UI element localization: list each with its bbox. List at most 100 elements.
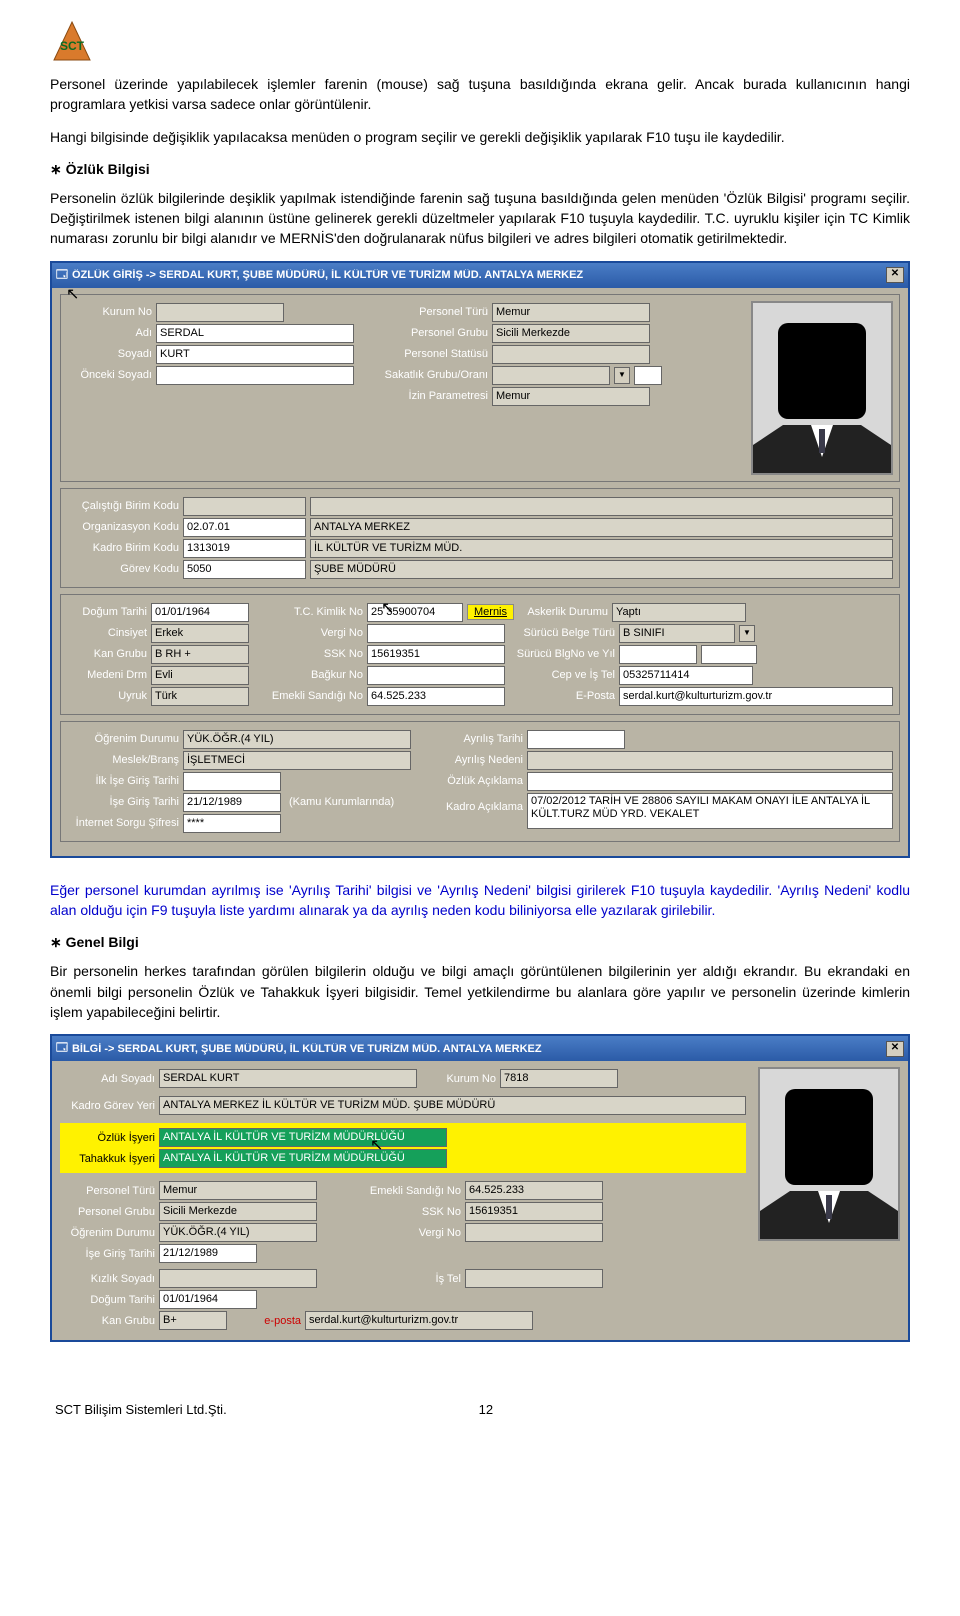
kadro-aciklama-input[interactable]: 07/02/2012 TARİH VE 28806 SAYILI MAKAM O… xyxy=(527,793,893,829)
surucu-blgno-input[interactable] xyxy=(619,645,697,664)
footer-company: SCT Bilişim Sistemleri Ltd.Şti. xyxy=(55,1402,227,1417)
cinsiyet-input[interactable]: Erkek xyxy=(151,624,249,643)
label: Emekli Sandığı No xyxy=(321,1185,461,1197)
label: Vergi No xyxy=(321,1227,461,1239)
cursor-icon: ↖ xyxy=(381,598,395,616)
window-icon: 🗔 xyxy=(56,266,68,285)
label: (Kamu Kurumlarında) xyxy=(285,796,409,808)
label: Tahakkuk İşyeri xyxy=(60,1153,155,1165)
ozluk-aciklama-input[interactable] xyxy=(527,772,893,791)
section-heading: Genel Bilgi xyxy=(50,934,910,951)
chevron-down-icon[interactable]: ▼ xyxy=(614,367,630,384)
izin-param-input[interactable]: Memur xyxy=(492,387,650,406)
label: Bağkur No xyxy=(253,669,363,681)
calistigi-birim-name xyxy=(310,497,893,516)
is-tel-input xyxy=(465,1269,603,1288)
personnel-photo xyxy=(758,1067,900,1241)
bagkur-no-input[interactable] xyxy=(367,666,505,685)
label: Önceki Soyadı xyxy=(67,369,152,381)
calistigi-birim-input[interactable] xyxy=(183,497,306,516)
dogum-tarihi-input: 01/01/1964 xyxy=(159,1290,257,1309)
label: Cep ve İş Tel xyxy=(509,669,615,681)
section-heading: Özlük Bilgisi xyxy=(50,161,910,178)
personel-statusu-input[interactable] xyxy=(492,345,650,364)
ogrenim-input: YÜK.ÖĞR.(4 YIL) xyxy=(159,1223,317,1242)
label: Askerlik Durumu xyxy=(518,606,608,618)
label: Vergi No xyxy=(253,627,363,639)
label: Çalıştığı Birim Kodu xyxy=(67,500,179,512)
page-footer: SCT Bilişim Sistemleri Ltd.Şti. 12 xyxy=(50,1402,910,1417)
ogrenim-input[interactable]: YÜK.ÖĞR.(4 YIL) xyxy=(183,730,411,749)
personel-grubu-input[interactable]: Sicili Merkezde xyxy=(492,324,650,343)
vergi-no-input[interactable] xyxy=(367,624,505,643)
eposta-input[interactable]: serdal.kurt@kulturturizm.gov.tr xyxy=(619,687,893,706)
label: Kadro Birim Kodu xyxy=(67,542,179,554)
emekli-sandigi-input[interactable]: 64.525.233 xyxy=(367,687,505,706)
dogum-tarihi-input[interactable]: 01/01/1964 xyxy=(151,603,249,622)
meslek-input[interactable]: İŞLETMECİ xyxy=(183,751,411,770)
label: Doğum Tarihi xyxy=(60,1294,155,1306)
ise-giris-input[interactable]: 21/12/1989 xyxy=(183,793,281,812)
sakatlik-orani-input[interactable] xyxy=(634,366,662,385)
surucu-yil-input[interactable] xyxy=(701,645,757,664)
surucu-belge-select[interactable]: B SINIFI xyxy=(619,624,735,643)
adi-input[interactable]: SERDAL xyxy=(156,324,354,343)
fieldset-identity: Kurum No AdıSERDAL SoyadıKURT Önceki Soy… xyxy=(60,294,900,482)
label: E-Posta xyxy=(509,690,615,702)
label: e-posta xyxy=(231,1315,301,1327)
personnel-photo xyxy=(751,301,893,475)
label: Sakatlık Grubu/Oranı xyxy=(373,369,488,381)
personel-grubu-input: Sicili Merkezde xyxy=(159,1202,317,1221)
soyadi-input[interactable]: KURT xyxy=(156,345,354,364)
window-body: ↖ Kurum No AdıSERDAL SoyadıKURT Önceki S… xyxy=(52,288,908,856)
chevron-down-icon[interactable]: ▼ xyxy=(739,625,755,642)
kadro-birim-input[interactable]: 1313019 xyxy=(183,539,306,558)
fieldset-personal: ↖ Doğum Tarihi01/01/1964 T.C. Kimlik No2… xyxy=(60,594,900,715)
label: Kızlık Soyadı xyxy=(60,1273,155,1285)
label: Kan Grubu xyxy=(60,1315,155,1327)
ssk-no-input[interactable]: 15619351 xyxy=(367,645,505,664)
label: Adı xyxy=(67,327,152,339)
ayrilis-nedeni-input[interactable] xyxy=(527,751,893,770)
org-adi: ANTALYA MERKEZ xyxy=(310,518,893,537)
org-kodu-input[interactable]: 02.07.01 xyxy=(183,518,306,537)
adi-soyadi-input: SERDAL KURT xyxy=(159,1069,417,1088)
label: SSK No xyxy=(253,648,363,660)
kizlik-soyadi-input xyxy=(159,1269,317,1288)
kan-grubu-input[interactable]: B RH + xyxy=(151,645,249,664)
label: Sürücü BlgNo ve Yıl xyxy=(509,648,615,660)
close-icon[interactable]: ✕ xyxy=(886,1041,904,1057)
label: T.C. Kimlik No xyxy=(253,606,363,618)
label: Personel Türü xyxy=(60,1185,155,1197)
paragraph: Bir personelin herkes tarafından görülen… xyxy=(50,961,910,1022)
label: Ayrılış Tarihi xyxy=(433,733,523,745)
askerlik-input[interactable]: Yaptı xyxy=(612,603,746,622)
ilk-ise-giris-input[interactable] xyxy=(183,772,281,791)
bilgi-window: 🗔 BİLGİ -> SERDAL KURT, ŞUBE MÜDÜRÜ, İL … xyxy=(50,1034,910,1342)
close-icon[interactable]: ✕ xyxy=(886,267,904,283)
paragraph: Personel üzerinde yapılabilecek işlemler… xyxy=(50,74,910,115)
uyruk-input[interactable]: Türk xyxy=(151,687,249,706)
label: İşe Giriş Tarihi xyxy=(60,1248,155,1260)
mernis-button[interactable]: Mernis xyxy=(467,604,514,620)
paragraph: Hangi bilgisinde değişiklik yapılacaksa … xyxy=(50,127,910,147)
sakatlik-select[interactable] xyxy=(492,366,610,385)
label: İlk İşe Giriş Tarihi xyxy=(67,775,179,787)
internet-sorgu-input[interactable]: **** xyxy=(183,814,281,833)
label: Kadro Görev Yeri xyxy=(60,1100,155,1112)
cep-tel-input[interactable]: 05325711414 xyxy=(619,666,753,685)
highlighted-isyeri-block: ↖ Özlük İşyeriANTALYA İL KÜLTÜR VE TURİZ… xyxy=(60,1123,746,1173)
kurum-no-input[interactable] xyxy=(156,303,284,322)
onceki-soyadi-input[interactable] xyxy=(156,366,354,385)
label: Kan Grubu xyxy=(67,648,147,660)
ssk-no-input: 15619351 xyxy=(465,1202,603,1221)
emekli-sandigi-input: 64.525.233 xyxy=(465,1181,603,1200)
footer-page-number: 12 xyxy=(479,1402,493,1417)
ayrilis-tarihi-input[interactable] xyxy=(527,730,625,749)
personel-turu-input[interactable]: Memur xyxy=(492,303,650,322)
label: Medeni Drm xyxy=(67,669,147,681)
gorev-kodu-input[interactable]: 5050 xyxy=(183,560,306,579)
svg-text:SCT: SCT xyxy=(60,39,85,53)
medeni-drm-input[interactable]: Evli xyxy=(151,666,249,685)
kadro-gorev-input: ANTALYA MERKEZ İL KÜLTÜR VE TURİZM MÜD. … xyxy=(159,1096,746,1115)
